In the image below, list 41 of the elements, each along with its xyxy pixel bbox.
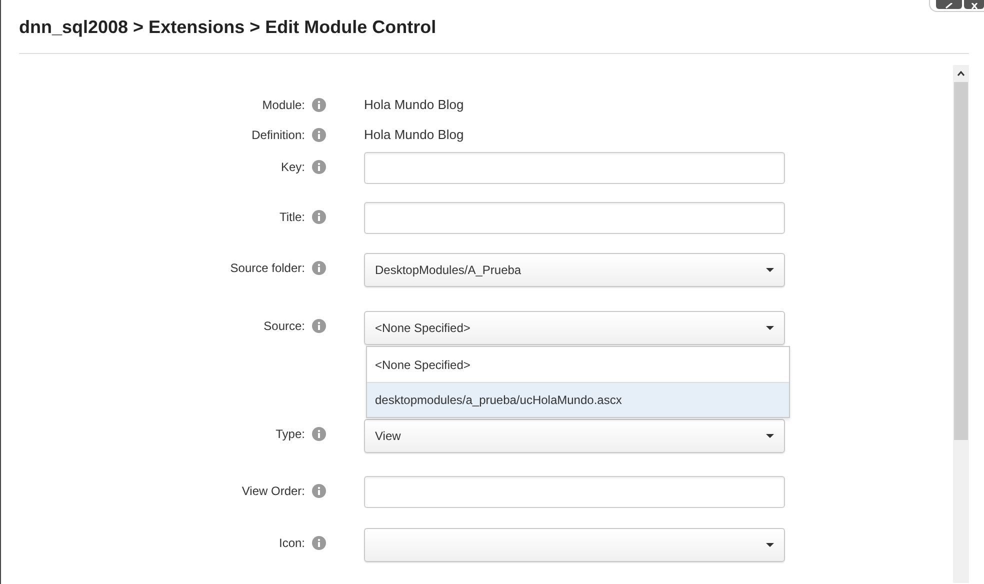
dropdown-select[interactable] <box>364 528 785 562</box>
field-label: Definition: <box>252 127 305 144</box>
close-icon <box>970 3 978 9</box>
field-label: Icon: <box>278 535 305 552</box>
input-field[interactable] <box>364 476 785 508</box>
scrollbar[interactable] <box>953 65 969 583</box>
field-label: Source folder: <box>230 260 305 277</box>
dropdown-select[interactable]: View <box>364 419 785 453</box>
info-icon[interactable] <box>312 427 326 441</box>
expand-icon <box>945 3 953 9</box>
resize-button[interactable] <box>936 0 962 9</box>
input-field[interactable] <box>364 152 785 184</box>
field-value: Hola Mundo Blog <box>364 127 464 142</box>
info-icon[interactable] <box>312 536 326 550</box>
field-label: Title: <box>279 209 305 226</box>
window-title: dnn_sql2008 > Extensions > Edit Module Control <box>19 16 438 38</box>
input-field[interactable] <box>364 202 785 234</box>
field-label: View Order: <box>242 483 305 500</box>
info-icon[interactable] <box>312 98 326 112</box>
dropdown-option[interactable]: desktopmodules/a_prueba/ucHolaMundo.ascx <box>367 382 789 417</box>
info-icon[interactable] <box>312 128 326 142</box>
dropdown-option[interactable]: <None Specified> <box>367 347 789 382</box>
info-icon[interactable] <box>312 160 326 174</box>
dropdown-select[interactable]: DesktopModules/A_Prueba <box>364 253 785 287</box>
field-label: Type: <box>276 426 305 443</box>
field-label: Key: <box>280 159 305 176</box>
scroll-up-icon[interactable] <box>957 71 965 76</box>
field-label: Module: <box>262 97 305 114</box>
caret-icon <box>766 434 774 438</box>
field-value: Hola Mundo Blog <box>364 97 464 112</box>
info-icon[interactable] <box>312 319 326 333</box>
dropdown-select[interactable]: <None Specified> <box>364 311 785 345</box>
field-label: Source: <box>264 318 305 335</box>
scrollbar-thumb[interactable] <box>954 82 968 440</box>
caret-icon <box>766 268 774 272</box>
info-icon[interactable] <box>312 210 326 224</box>
close-button[interactable] <box>964 0 984 9</box>
info-icon[interactable] <box>312 261 326 275</box>
caret-icon <box>766 543 774 547</box>
caret-icon <box>766 326 774 330</box>
info-icon[interactable] <box>312 484 326 498</box>
